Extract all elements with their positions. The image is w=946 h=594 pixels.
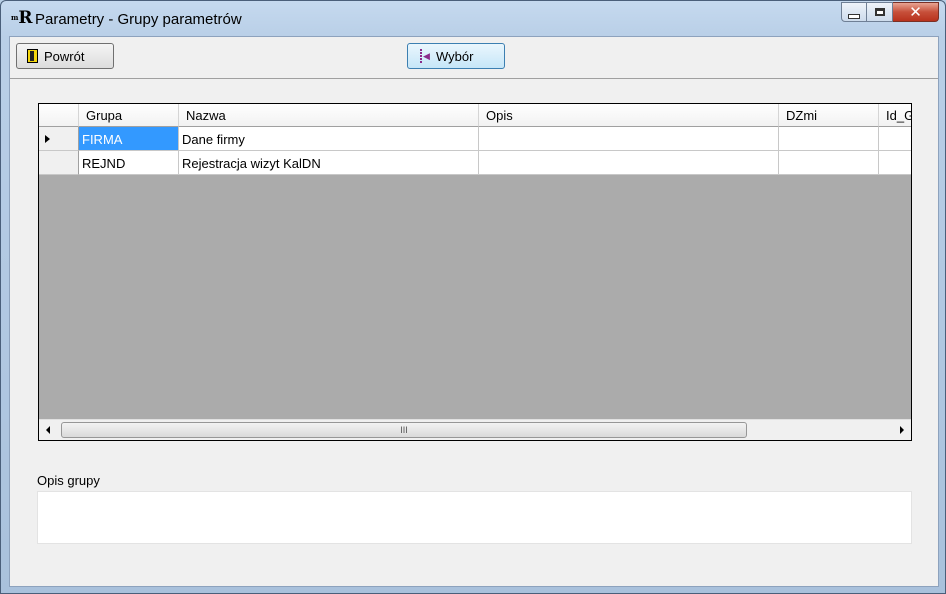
title-bar[interactable]: mR Parametry - Grupy parametrów ✕ [1,1,945,35]
scroll-right-icon [900,426,904,434]
close-icon: ✕ [909,2,922,21]
cell-opis[interactable] [479,151,779,175]
table-row[interactable]: REJND Rejestracja wizyt KalDN [39,151,911,175]
parameter-groups-grid[interactable]: Grupa Nazwa Opis DZmi Id_G FIRMA Dane fi… [38,103,912,441]
app-icon[interactable]: mR [11,9,33,27]
group-description-field[interactable] [37,491,912,544]
cell-nazwa[interactable]: Dane firmy [179,127,479,151]
cell-grupa[interactable]: REJND [79,151,179,175]
column-header-id-g[interactable]: Id_G [879,104,911,127]
scroll-left-icon [46,426,50,434]
window-title: Parametry - Grupy parametrów [35,11,242,28]
row-header-corner[interactable] [39,104,79,127]
cell-grupa[interactable]: FIRMA [79,127,179,151]
select-arrow-icon: ◀ [418,49,432,63]
column-header-grupa[interactable]: Grupa [79,104,179,127]
current-row-indicator-icon [45,135,50,143]
horizontal-scrollbar[interactable]: III [39,419,911,440]
grid-body: FIRMA Dane firmy REJND Rejestracja wizyt… [39,127,911,175]
cell-id-g[interactable] [879,151,911,175]
grid-header: Grupa Nazwa Opis DZmi Id_G [39,104,911,127]
column-header-nazwa[interactable]: Nazwa [179,104,479,127]
cell-dzmi[interactable] [779,127,879,151]
cell-nazwa[interactable]: Rejestracja wizyt KalDN [179,151,479,175]
maximize-icon [874,8,885,16]
toolbar: Powrót ◀ Wybór [10,37,938,79]
scroll-right-button[interactable] [893,420,911,440]
minimize-icon [848,13,860,19]
column-header-dzmi[interactable]: DZmi [779,104,879,127]
minimize-button[interactable] [841,2,867,22]
grip-icon: III [400,424,408,435]
group-description-label: Opis grupy [37,473,100,488]
row-header[interactable] [39,127,79,151]
caption-buttons: ✕ [841,2,939,22]
scrollbar-thumb[interactable]: III [61,422,747,438]
exit-door-icon [27,49,38,63]
select-button-label: Wybór [436,48,474,64]
cell-id-g[interactable] [879,127,911,151]
row-header[interactable] [39,151,79,175]
table-row[interactable]: FIRMA Dane firmy [39,127,911,151]
client-area: Powrót ◀ Wybór Grupa Nazwa Opis DZmi Id_… [9,36,939,587]
back-button-label: Powrót [44,48,85,64]
maximize-button[interactable] [867,2,893,22]
application-window: mR Parametry - Grupy parametrów ✕ Powrót… [0,0,946,594]
back-button[interactable]: Powrót [16,43,114,69]
scroll-left-button[interactable] [39,420,57,440]
cell-dzmi[interactable] [779,151,879,175]
column-header-opis[interactable]: Opis [479,104,779,127]
close-button[interactable]: ✕ [893,2,939,22]
cell-opis[interactable] [479,127,779,151]
select-button[interactable]: ◀ Wybór [407,43,505,69]
